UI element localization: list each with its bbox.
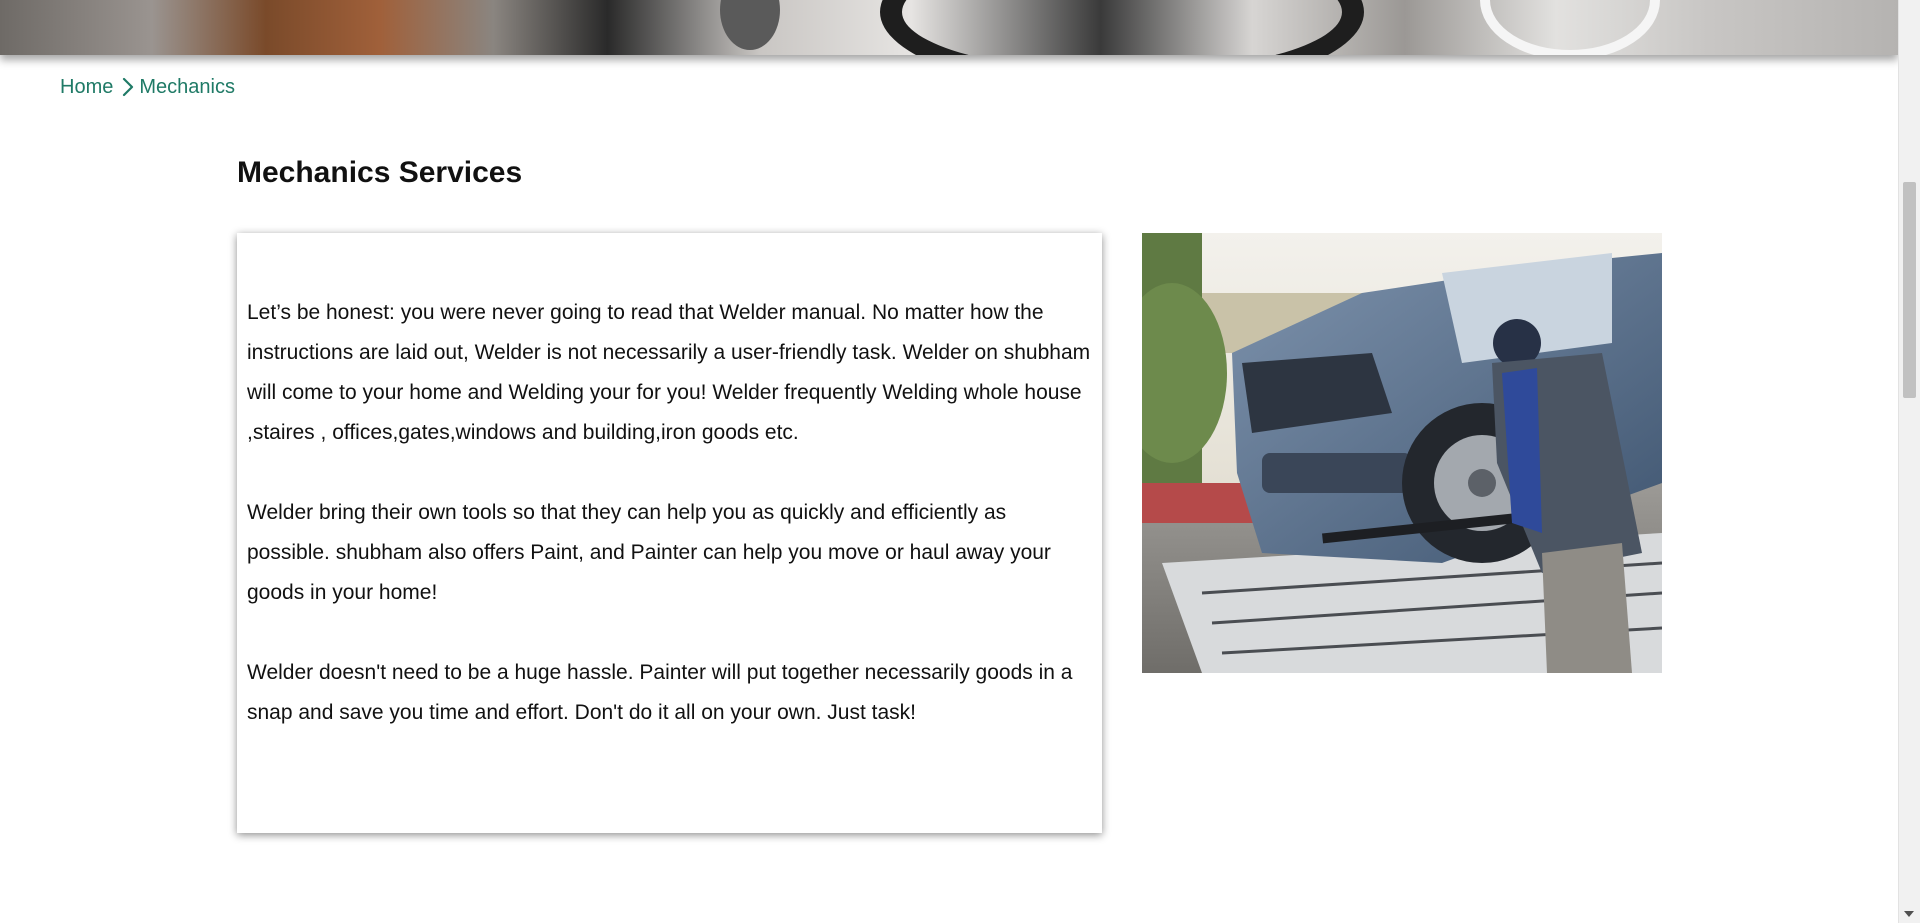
hero-hub-shape [1480,0,1660,55]
page: Home Mechanics Mechanics Services Let’s … [0,0,1920,923]
chevron-down-icon[interactable] [1904,911,1914,917]
service-description-card: Let’s be honest: you were never going to… [237,233,1102,833]
hero-tool-shape [720,0,780,50]
breadcrumb-current-link[interactable]: Mechanics [139,76,235,99]
chevron-right-icon [123,77,134,97]
breadcrumb: Home Mechanics [60,74,235,100]
hero-banner-image [0,0,1898,55]
breadcrumb-home-link[interactable]: Home [60,76,113,99]
mechanic-tow-truck-photo [1142,233,1662,673]
description-paragraph: Welder doesn't need to be a huge hassle.… [247,661,1073,724]
description-paragraph: Let’s be honest: you were never going to… [247,301,1091,444]
page-title: Mechanics Services [237,156,523,189]
hero-wheel-shape [880,0,1364,55]
description-paragraph: Welder bring their own tools so that the… [247,501,1051,604]
photo-illustration [1142,233,1662,673]
scrollbar-thumb[interactable] [1903,182,1916,398]
page-scrollbar[interactable] [1898,0,1920,923]
